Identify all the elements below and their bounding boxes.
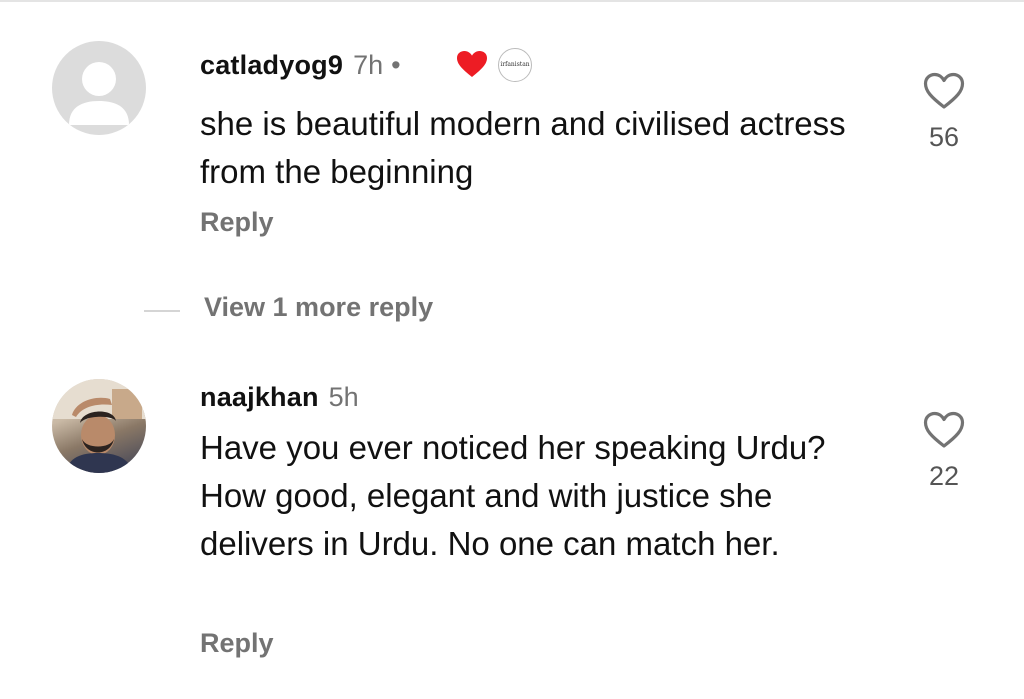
comment-header: naajkhan 5h xyxy=(200,380,359,414)
comment-text: she is beautiful modern and civilised ac… xyxy=(200,105,846,190)
like-count: 56 xyxy=(928,122,960,152)
like-count: 22 xyxy=(928,461,960,491)
profile-photo xyxy=(52,379,146,473)
creator-liked-heart-icon xyxy=(456,50,488,83)
view-more-replies-label[interactable]: View 1 more reply xyxy=(204,292,433,323)
comment-text: Have you ever noticed her speaking Urdu?… xyxy=(200,429,826,562)
comment-header: catladyog9 7h • xyxy=(200,48,401,82)
username[interactable]: catladyog9 xyxy=(200,50,343,80)
top-divider xyxy=(0,0,1024,2)
like-column: 56 xyxy=(912,72,976,153)
avatar[interactable] xyxy=(52,379,146,473)
avatar[interactable] xyxy=(52,41,146,135)
heart-outline-icon[interactable] xyxy=(923,411,965,449)
heart-outline-icon[interactable] xyxy=(923,72,965,110)
reply-button[interactable]: Reply xyxy=(200,628,274,659)
reply-button[interactable]: Reply xyxy=(200,207,274,238)
replies-divider-line xyxy=(144,310,180,312)
default-avatar-icon xyxy=(69,62,129,125)
separator-dot: • xyxy=(391,50,401,80)
timestamp: 7h xyxy=(353,50,384,80)
timestamp: 5h xyxy=(328,382,359,412)
username[interactable]: naajkhan xyxy=(200,382,319,412)
like-column: 22 xyxy=(912,411,976,492)
creator-avatar: irfanistan xyxy=(498,48,532,82)
